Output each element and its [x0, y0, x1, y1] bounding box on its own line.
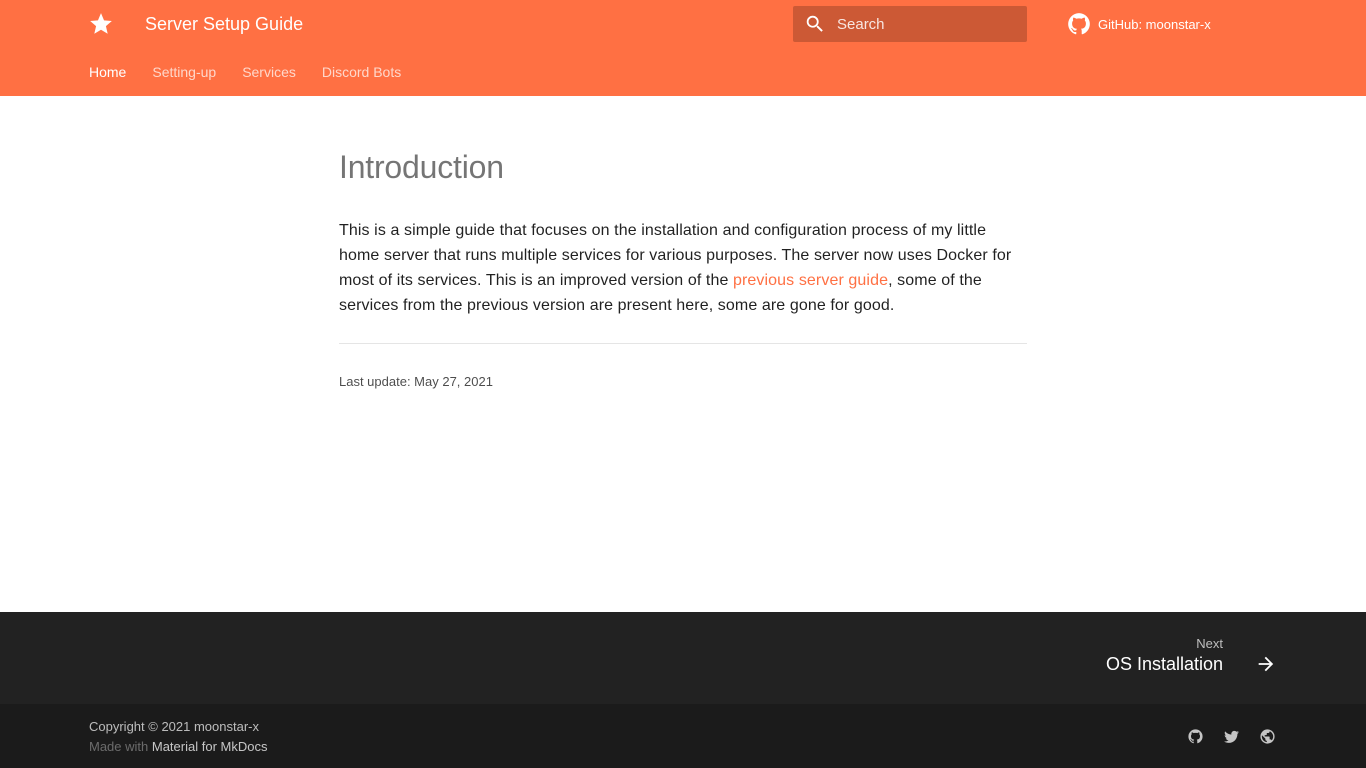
tab-discord-bots[interactable]: Discord Bots	[322, 63, 401, 83]
repo-label: GitHub: moonstar-x	[1098, 16, 1211, 32]
next-page-title: OS Installation	[1105, 654, 1223, 674]
next-page-link[interactable]: Next OS Installation	[1106, 636, 1277, 676]
social-github-link[interactable]	[1185, 726, 1205, 746]
mkdocs-material-link[interactable]: Material for MkDocs	[152, 739, 268, 754]
copyright-text: Copyright © 2021 moonstar-x	[89, 719, 259, 734]
site-logo[interactable]	[88, 11, 114, 37]
next-direction-label: Next	[1196, 636, 1223, 651]
tab-services[interactable]: Services	[242, 63, 296, 83]
social-links	[1169, 726, 1277, 746]
made-with-prefix: Made with	[89, 739, 152, 754]
site-title: Server Setup Guide	[145, 14, 304, 34]
twitter-icon	[1223, 730, 1239, 743]
previous-guide-link[interactable]: previous server guide	[733, 272, 888, 289]
main-content: Introduction This is a simple guide that…	[339, 96, 1027, 390]
intro-paragraph: This is a simple guide that focuses on t…	[339, 218, 1027, 318]
content-divider	[339, 343, 1027, 344]
social-twitter-link[interactable]	[1221, 726, 1241, 746]
arrow-right-icon	[1258, 656, 1274, 672]
next-page-text: Next OS Installation	[1106, 636, 1223, 676]
made-with-text: Made with Material for MkDocs	[89, 737, 267, 757]
site-header: Server Setup Guide GitHub: moonstar-x Ho…	[0, 0, 1366, 96]
tab-setting-up[interactable]: Setting-up	[152, 63, 216, 83]
star-icon	[90, 13, 112, 34]
search-input[interactable]	[837, 6, 1017, 42]
globe-icon	[1259, 728, 1275, 744]
search-icon	[806, 15, 823, 32]
github-icon	[1068, 13, 1090, 35]
github-icon	[1187, 728, 1203, 743]
footer-meta: Copyright © 2021 moonstar-x Made with Ma…	[0, 704, 1366, 768]
last-update: Last update: May 27, 2021	[339, 374, 493, 389]
nav-tabs: Home Setting-up Services Discord Bots	[89, 63, 427, 83]
page-title: Introduction	[339, 149, 504, 185]
repo-link[interactable]: GitHub: moonstar-x	[1066, 11, 1211, 37]
footer-nav: Next OS Installation	[0, 612, 1366, 704]
tab-home[interactable]: Home	[89, 63, 126, 83]
social-website-link[interactable]	[1257, 726, 1277, 746]
copyright-block: Copyright © 2021 moonstar-x Made with Ma…	[89, 717, 267, 757]
search-box[interactable]	[793, 6, 1027, 42]
